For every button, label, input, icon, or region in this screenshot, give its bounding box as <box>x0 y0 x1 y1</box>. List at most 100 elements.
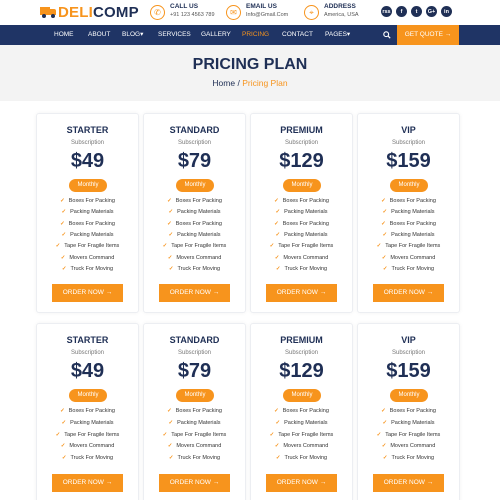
order-now-button[interactable]: ORDER NOW → <box>159 474 230 492</box>
check-icon: ✓ <box>61 265 67 272</box>
feature-label: Tape For Fragile Items <box>171 243 227 250</box>
order-now-button[interactable]: ORDER NOW → <box>266 284 337 302</box>
chevron-down-icon: ▾ <box>346 31 351 38</box>
feature-label: Packing Materials <box>70 231 114 238</box>
order-now-button[interactable]: ORDER NOW → <box>52 284 123 302</box>
nav-home[interactable]: HOME <box>54 25 74 45</box>
feature-label: Boxes For Packing <box>175 408 222 414</box>
check-icon: ✓ <box>168 419 174 426</box>
logo[interactable]: DELICOMP <box>40 5 139 20</box>
feature-item: ✓ Truck For Moving <box>37 455 138 461</box>
arrow-right-icon: → <box>319 479 327 486</box>
nav-blog[interactable]: BLOG▾ <box>122 25 143 45</box>
nav-pricing[interactable]: PRICING <box>242 25 269 45</box>
feature-item: ✓ Boxes For Packing <box>144 198 245 204</box>
pricing-card: STARTER Subscription $49 Monthly ✓ Boxes For … <box>36 113 139 313</box>
feature-item: ✓ Boxes For Packing <box>37 198 138 204</box>
check-icon: ✓ <box>376 431 382 438</box>
pricing-card: PREMIUM Subscription $129 Monthly ✓ Boxes For… <box>250 113 353 313</box>
plan-subtitle: Subscription <box>177 140 212 146</box>
feature-item: ✓ Truck For Moving <box>144 266 245 272</box>
order-now-button[interactable]: ORDER NOW → <box>266 474 337 492</box>
linkedin-icon[interactable]: in <box>441 6 452 17</box>
breadcrumb-home[interactable]: Home <box>212 78 235 88</box>
plan-subtitle: Subscription <box>177 350 212 356</box>
feature-label: Boxes For Packing <box>175 198 222 204</box>
feature-label: Truck For Moving <box>70 265 114 272</box>
check-icon: ✓ <box>61 231 67 238</box>
nav-pages[interactable]: PAGES▾ <box>325 25 350 45</box>
feature-label: Boxes For Packing <box>175 220 222 227</box>
check-icon: ✓ <box>61 419 67 426</box>
plan-subtitle: Subscription <box>391 140 426 146</box>
nav-blog-label: BLOG <box>122 31 141 38</box>
logo-text-comp: COMP <box>92 4 139 21</box>
social-links: rss f t G+ in <box>381 6 456 17</box>
order-now-button[interactable]: ORDER NOW → <box>373 284 444 302</box>
facebook-icon[interactable]: f <box>396 6 407 17</box>
feature-label: Movers Command <box>69 254 115 261</box>
feature-item: ✓ Movers Command <box>144 443 245 449</box>
arrow-right-icon: → <box>444 31 452 38</box>
feature-item: ✓ Packing Materials <box>144 232 245 238</box>
check-icon: ✓ <box>60 408 65 414</box>
check-icon: ✓ <box>274 443 280 450</box>
arrow-right-icon: → <box>212 289 220 296</box>
check-icon: ✓ <box>168 231 174 238</box>
check-icon: ✓ <box>55 431 61 438</box>
contact-email: ✉ EMAIL US Info@Gmail.Com <box>226 3 288 20</box>
nav-about[interactable]: ABOUT <box>88 25 110 45</box>
check-icon: ✓ <box>274 254 280 261</box>
feature-item: ✓ Tape For Fragile Items <box>37 243 138 249</box>
feature-item: ✓ Tape For Fragile Items <box>37 432 138 438</box>
plan-name: PREMIUM <box>280 125 323 135</box>
feature-item: ✓ Tape For Fragile Items <box>358 243 459 249</box>
feature-label: Truck For Moving <box>284 455 328 462</box>
feature-item: ✓ Packing Materials <box>358 209 459 215</box>
plan-subtitle: Subscription <box>284 350 319 356</box>
get-quote-button[interactable]: GET QUOTE → <box>397 25 459 45</box>
check-icon: ✓ <box>168 209 174 216</box>
nav-contact[interactable]: CONTACT <box>282 25 313 45</box>
feature-label: Boxes For Packing <box>68 220 115 227</box>
feature-item: ✓ Movers Command <box>37 255 138 261</box>
nav-gallery[interactable]: GALLERY <box>201 25 231 45</box>
feature-label: Boxes For Packing <box>389 198 436 204</box>
order-now-button[interactable]: ORDER NOW → <box>373 474 444 492</box>
contact-value[interactable]: Info@Gmail.Com <box>246 11 288 19</box>
check-icon: ✓ <box>55 243 61 250</box>
feature-label: Movers Command <box>283 443 329 450</box>
plan-price: $159 <box>386 150 431 172</box>
order-now-button[interactable]: ORDER NOW → <box>159 284 230 302</box>
plan-name: STANDARD <box>169 335 220 345</box>
order-now-label: ORDER NOW <box>169 479 211 486</box>
plan-price: $129 <box>279 150 324 172</box>
feature-item: ✓ Packing Materials <box>251 209 352 215</box>
pricing-card: PREMIUM Subscription $129 Monthly ✓ Boxes For… <box>250 323 353 500</box>
feature-item: ✓ Packing Materials <box>251 420 352 426</box>
plan-name: STARTER <box>66 335 109 345</box>
contact-value[interactable]: +91 123 4563 789 <box>170 11 215 19</box>
feature-label: Truck For Moving <box>284 265 328 272</box>
order-now-label: ORDER NOW <box>276 289 318 296</box>
rss-icon[interactable]: rss <box>381 6 392 17</box>
google-plus-icon[interactable]: G+ <box>426 6 437 17</box>
feature-label: Movers Command <box>283 254 329 261</box>
check-icon: ✓ <box>381 408 386 414</box>
nav-services[interactable]: SERVICES <box>158 25 191 45</box>
billing-badge: Monthly <box>176 179 214 192</box>
contact-address: ⌖ ADDRESS America, USA <box>304 3 359 20</box>
plan-subtitle: Subscription <box>70 140 105 146</box>
check-icon: ✓ <box>275 209 281 216</box>
twitter-icon[interactable]: t <box>411 6 422 17</box>
check-icon: ✓ <box>381 220 386 227</box>
feature-item: ✓ Tape For Fragile Items <box>144 243 245 249</box>
email-icon: ✉ <box>226 5 241 20</box>
order-now-button[interactable]: ORDER NOW → <box>52 474 123 492</box>
feature-label: Packing Materials <box>177 209 221 216</box>
arrow-right-icon: → <box>105 289 113 296</box>
feature-label: Packing Materials <box>391 231 435 238</box>
check-icon: ✓ <box>275 265 281 272</box>
search-icon[interactable] <box>383 31 391 39</box>
check-icon: ✓ <box>60 198 65 204</box>
